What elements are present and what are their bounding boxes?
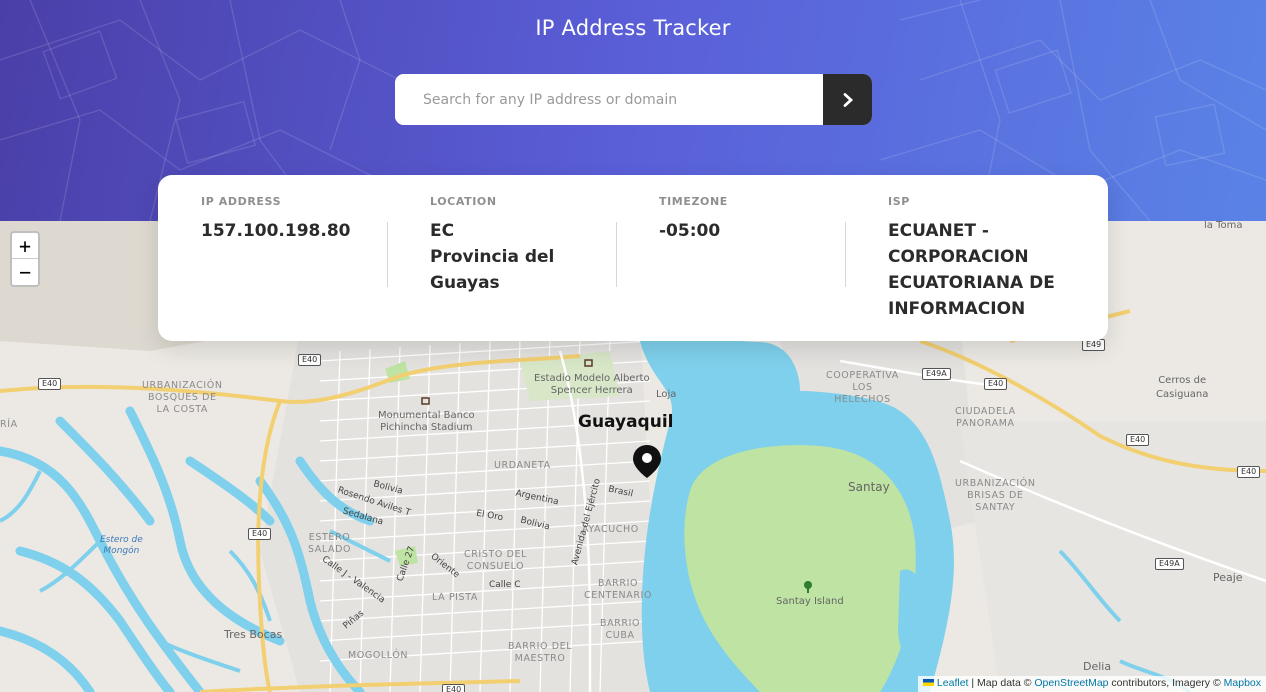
location-label: LOCATION xyxy=(430,195,497,208)
map-attribution: Leaflet | Map data © OpenStreetMap contr… xyxy=(917,676,1266,692)
shield-e40: E40 xyxy=(298,354,322,366)
zoom-control: + − xyxy=(10,231,40,287)
map-label-ria: RÍA xyxy=(0,419,18,430)
map-label-santay: Santay xyxy=(848,480,890,494)
leaflet-link[interactable]: Leaflet xyxy=(937,677,969,689)
map-label-ciudadela: CIUDADELA PANORAMA xyxy=(955,406,1016,429)
location-marker-icon[interactable] xyxy=(632,444,662,479)
chevron-right-icon xyxy=(843,92,853,107)
map-label-centenario: BARRIO CENTENARIO xyxy=(584,578,653,601)
park-tree-icon xyxy=(804,581,812,593)
map-label-tres-bocas: Tres Bocas xyxy=(224,628,283,641)
map-label-urdaneta: URDANETA xyxy=(494,460,551,471)
map-label-estadio: Estadio Modelo Alberto Spencer Herrera xyxy=(534,373,650,396)
map-label-cerros: Cerros de Casiguana xyxy=(1156,375,1209,400)
location-value: EC Provincia del Guayas xyxy=(430,221,555,293)
map-label-cooperativa: COOPERATIVA LOS HELECHOS xyxy=(826,370,899,405)
shield-e40: E40 xyxy=(1126,434,1150,446)
zoom-out-button[interactable]: − xyxy=(12,259,38,285)
map-label-bosques: URBANIZACIÓN BOSQUES DE LA COSTA xyxy=(142,380,223,415)
timezone-value: -05:00 xyxy=(659,221,721,241)
ip-address-value: 157.100.198.80 xyxy=(201,221,351,241)
stadium-icon xyxy=(421,397,430,405)
map-label-cristo: CRISTO DEL CONSUELO xyxy=(464,549,527,572)
stadium-icon xyxy=(584,359,593,367)
zoom-in-button[interactable]: + xyxy=(12,233,38,259)
map-label-la-toma: la Toma xyxy=(1204,221,1243,231)
attribution-text: contributors, Imagery © xyxy=(1108,677,1224,689)
map-label-peaje: Peaje xyxy=(1213,571,1243,584)
page-title: IP Address Tracker xyxy=(535,16,731,40)
timezone-section: TIMEZONE -05:00 xyxy=(616,195,845,341)
ip-address-label: IP ADDRESS xyxy=(201,195,282,208)
map-label-calle-c: Calle C xyxy=(489,580,521,590)
map-label-mogollon: MOGOLLÓN xyxy=(348,650,409,661)
timezone-label: TIMEZONE xyxy=(659,195,728,208)
shield-e40: E40 xyxy=(442,684,466,692)
search-bar xyxy=(395,74,872,125)
map-label-cuba: BARRIO CUBA xyxy=(600,618,641,641)
isp-value: ECUANET - CORPORACION ECUATORIANA DE INF… xyxy=(888,221,1055,319)
ip-address-section: IP ADDRESS 157.100.198.80 xyxy=(158,195,387,341)
shield-e49a: E49A xyxy=(922,368,951,380)
shield-e40: E40 xyxy=(248,528,272,540)
shield-e40: E40 xyxy=(984,378,1008,390)
map-label-monumental: Monumental Banco Pichincha Stadium xyxy=(378,410,475,433)
ip-info-card: IP ADDRESS 157.100.198.80 LOCATION EC Pr… xyxy=(158,175,1108,341)
map-label-santay-island: Santay Island xyxy=(776,596,844,607)
search-submit-button[interactable] xyxy=(823,74,872,125)
map-label-brisas: URBANIZACIÓN BRISAS DE SANTAY xyxy=(955,478,1036,513)
shield-e49a: E49A xyxy=(1155,558,1184,570)
map-label-guayaquil: Guayaquil xyxy=(578,412,674,432)
openstreetmap-link[interactable]: OpenStreetMap xyxy=(1034,677,1108,689)
isp-label: ISP xyxy=(888,195,910,208)
shield-e40: E40 xyxy=(1237,466,1261,478)
map-label-loja: Loja xyxy=(656,389,677,400)
map-label-delia: Delia xyxy=(1083,660,1112,673)
mapbox-link[interactable]: Mapbox xyxy=(1224,677,1261,689)
attribution-text: | Map data © xyxy=(968,677,1035,689)
map-label-la-pista: LA PISTA xyxy=(432,592,478,603)
location-section: LOCATION EC Provincia del Guayas xyxy=(387,195,616,341)
map-label-estero-mongon: Estero de Mongón xyxy=(100,535,143,556)
search-input[interactable] xyxy=(395,74,823,125)
ukraine-flag-icon xyxy=(922,679,934,686)
map-label-maestro: BARRIO DEL MAESTRO xyxy=(508,641,573,664)
shield-e40: E40 xyxy=(38,378,62,390)
map-label-estero-salado: ESTERO SALADO xyxy=(308,532,352,555)
isp-section: ISP ECUANET - CORPORACION ECUATORIANA DE… xyxy=(845,195,1107,341)
